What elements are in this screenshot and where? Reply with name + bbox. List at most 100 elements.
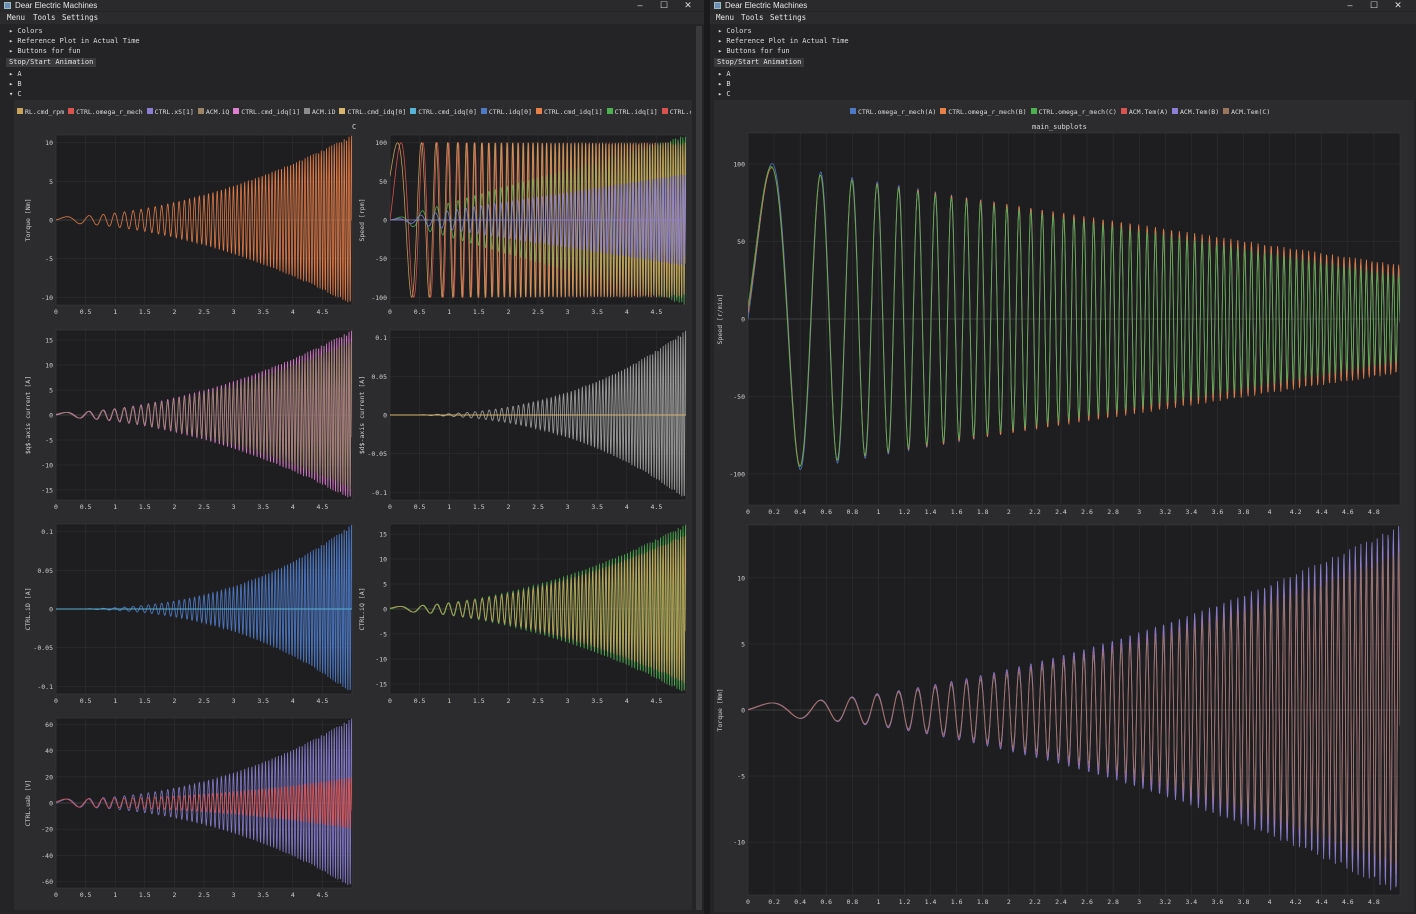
subplot-main_torque: 10 5 0 -5 -10 0 0.2 0.4 0.6 0.8 1 1.2 1.4 1.6 1.8 2 2.2 2… [716,524,1401,906]
x-tick-label: 0 [54,503,58,511]
x-tick-label: 0 [54,891,58,899]
x-tick-label: 0.5 [414,308,426,316]
subplot-ctrl_iq: 151050-5-10-150 0.5 1 1.5 2 2.5 3 3.5 4 4.5CTRL.i… [358,523,687,705]
x-tick-label: 1 [113,308,117,316]
y-tick-label: 40 [45,747,53,755]
x-tick-label: 1.5 [139,697,151,705]
x-tick-label: 1 [113,697,117,705]
y-tick-label: 15 [379,531,387,539]
y-axis-label: CTRL.uab [V] [24,780,32,827]
y-tick-label: 5 [49,387,53,395]
y-tick-label: -0.05 [367,450,387,458]
x-tick-label: 2.4 [1055,898,1067,906]
x-tick-label: 2.8 [1107,508,1119,516]
y-tick-label: -5 [45,437,53,445]
y-tick-label: -5 [379,631,387,639]
y-tick-label: 0 [49,800,53,808]
y-axis-label: Speed [r/min] [716,294,724,345]
x-tick-label: 3 [566,503,570,511]
x-tick-label: 4.5 [651,697,663,705]
y-tick-label: 0 [49,412,53,420]
x-tick-label: 0 [54,697,58,705]
y-tick-label: -60 [41,878,53,886]
y-tick-label: 0 [49,606,53,614]
x-tick-label: 2 [1007,508,1011,516]
y-tick-label: -20 [41,826,53,834]
y-axis-label: $q$-axis current [A] [24,376,32,454]
x-tick-label: 2.5 [532,308,544,316]
y-tick-label: 50 [379,178,387,186]
x-tick-label: 1 [447,503,451,511]
x-tick-label: 4 [1268,508,1272,516]
x-tick-label: 3 [232,891,236,899]
left-scrollbar[interactable] [696,26,702,910]
x-tick-label: 0.6 [820,898,832,906]
x-tick-label: 1 [113,891,117,899]
y-tick-label: -10 [375,656,387,664]
y-tick-label: -5 [737,773,745,781]
x-tick-label: 4.2 [1290,898,1302,906]
x-tick-label: 0.8 [846,898,858,906]
x-tick-label: 4.4 [1316,508,1328,516]
x-tick-label: 4 [625,503,629,511]
x-tick-label: 1.2 [899,508,911,516]
y-tick-label: 5 [741,640,745,648]
y-tick-label: 100 [375,139,387,147]
x-tick-label: 0.8 [846,508,858,516]
y-tick-label: 0.05 [37,567,53,575]
x-tick-label: 1 [447,697,451,705]
x-tick-label: 1.5 [473,308,485,316]
y-tick-label: -100 [371,294,387,302]
x-tick-label: 1.5 [139,308,151,316]
x-tick-label: 4.6 [1342,898,1354,906]
x-tick-label: 3 [1137,508,1141,516]
x-tick-label: 2 [172,891,176,899]
x-tick-label: 4.5 [651,503,663,511]
y-tick-label: 0.1 [375,334,387,342]
y-tick-label: -10 [733,839,745,847]
x-tick-label: 1.2 [899,898,911,906]
x-tick-label: 1.5 [139,503,151,511]
x-tick-label: 1 [876,508,880,516]
x-tick-label: 4.5 [317,503,329,511]
x-tick-label: 1.5 [473,503,485,511]
x-tick-label: 4.6 [1342,508,1354,516]
y-tick-label: 0 [49,217,53,225]
x-tick-label: 3.6 [1212,508,1224,516]
x-tick-label: 1 [447,308,451,316]
x-tick-label: 0 [388,503,392,511]
x-tick-label: 0.5 [80,503,92,511]
x-tick-label: 3 [566,697,570,705]
y-tick-label: 10 [45,139,53,147]
x-tick-label: 0 [746,508,750,516]
subplot-id: 0.10.050-0.05-0.10 0.5 1 1.5 2 2.5 3 3.5 4 4.5$d$… [358,329,687,511]
x-tick-label: 3.4 [1185,508,1197,516]
x-tick-label: 1.4 [925,898,937,906]
y-tick-label: -50 [375,255,387,263]
subplot-ctrl_id: 0.10.050-0.05-0.10 0.5 1 1.5 2 2.5 3 3.5 4 4.5CTR… [24,523,353,705]
x-tick-label: 0.2 [768,508,780,516]
x-tick-label: 2.5 [198,697,210,705]
y-tick-label: 0 [741,316,745,324]
x-tick-label: 4.5 [651,308,663,316]
x-tick-label: 2.5 [532,697,544,705]
x-tick-label: 1.5 [139,891,151,899]
x-tick-label: 2.6 [1081,898,1093,906]
x-tick-label: 4.5 [317,697,329,705]
right-plots-svg: 100500-50-1000 0.2 0.4 0.6 0.8 1 1.2 1.4 1.6 1.8 2… [716,132,1401,906]
x-tick-label: 4.5 [317,308,329,316]
y-axis-label: Speed [rpm] [358,198,366,241]
x-tick-label: 3 [566,308,570,316]
x-tick-label: 3.5 [257,891,269,899]
x-tick-label: 4.8 [1368,898,1380,906]
x-tick-label: 1 [113,503,117,511]
subplot-iq: 151050-5-10-150 0.5 1 1.5 2 2.5 3 3.5 4 4.5$q$-ax… [24,329,353,511]
x-tick-label: 3.8 [1238,508,1250,516]
right-window: Dear Electric Machines – ☐ ✕ Menu Tools … [710,0,1416,914]
x-tick-label: 0.4 [794,898,806,906]
x-tick-label: 3.4 [1185,898,1197,906]
x-tick-label: 1 [876,898,880,906]
x-tick-label: 2.5 [198,308,210,316]
y-tick-label: 5 [383,581,387,589]
x-tick-label: 2.5 [532,503,544,511]
